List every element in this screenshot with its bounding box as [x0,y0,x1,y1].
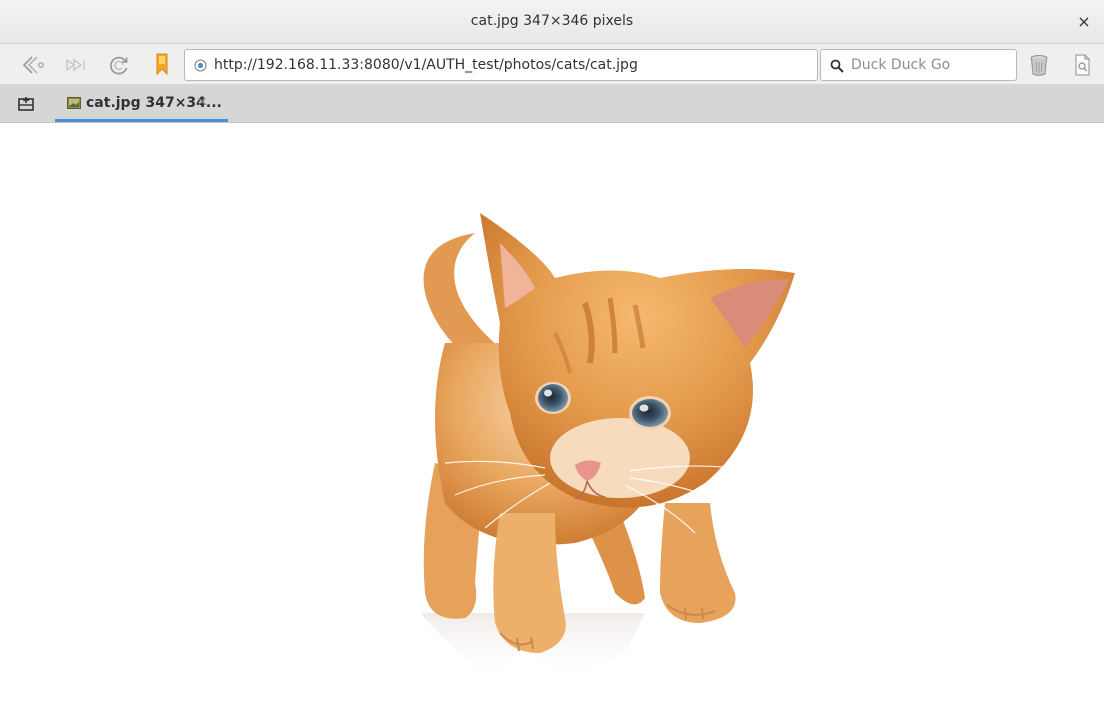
back-arrow-icon [22,56,44,74]
browser-window: cat.jpg 347×346 pixels × http://192.168.… [0,0,1104,711]
search-icon [830,59,844,73]
forward-arrow-icon [66,58,85,72]
bookmark-icon [156,53,168,76]
window-title: cat.jpg 347×346 pixels [470,13,634,29]
trash-button[interactable] [1024,50,1054,80]
cat-image [420,213,795,683]
trash-icon [1030,55,1048,76]
tab-cat-image[interactable]: cat.jpg 347×34... × [55,85,228,122]
reload-button[interactable] [104,50,134,80]
search-field[interactable]: Duck Duck Go [820,49,1017,81]
bookmark-button[interactable] [147,50,177,80]
tab-bar: cat.jpg 347×34... × [0,85,1104,123]
image-icon [67,97,81,109]
search-placeholder[interactable]: Duck Duck Go [851,57,950,73]
page-icon [1075,54,1090,76]
tab-close-button[interactable]: × [195,94,209,110]
reload-icon [109,56,128,75]
title-bar: cat.jpg 347×346 pixels × [0,0,1104,44]
address-bar[interactable]: http://192.168.11.33:8080/v1/AUTH_test/p… [184,49,818,81]
new-tab-icon [18,97,34,111]
page-content [0,123,1104,711]
toolbar: http://192.168.11.33:8080/v1/AUTH_test/p… [0,44,1104,85]
close-window-button[interactable]: × [1074,12,1094,32]
url-text[interactable]: http://192.168.11.33:8080/v1/AUTH_test/p… [214,57,638,73]
globe-icon [194,59,207,72]
back-button[interactable] [18,50,48,80]
new-tab-button[interactable] [8,93,44,115]
page-menu-button[interactable] [1067,50,1097,80]
forward-button[interactable] [61,50,91,80]
